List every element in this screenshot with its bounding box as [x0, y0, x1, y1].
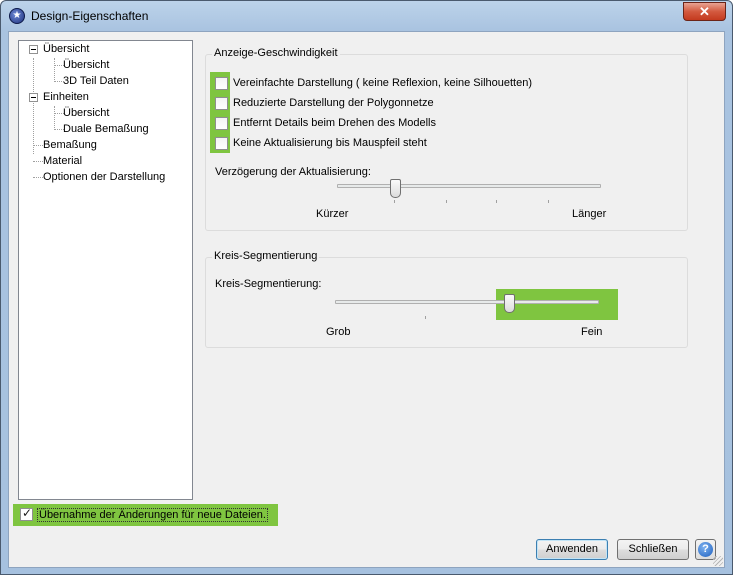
- apply-button[interactable]: Anwenden: [536, 539, 608, 560]
- remove-details-checkbox[interactable]: [215, 117, 228, 130]
- tree-line: [33, 58, 34, 154]
- delay-max-label: Länger: [572, 208, 607, 220]
- tree-item-overview-sub[interactable]: Übersicht: [63, 59, 109, 71]
- circle-segmentation-slider-thumb[interactable]: [504, 294, 516, 313]
- segmentation-min-label: Grob: [326, 326, 351, 338]
- slider-tick: [446, 200, 447, 203]
- tree-item-units-overview[interactable]: Übersicht: [63, 107, 109, 119]
- dialog-client-area: Übersicht Übersicht 3D Teil Daten Einhei…: [8, 31, 725, 568]
- tree-item-dimensioning[interactable]: Bemaßung: [43, 139, 97, 151]
- tree-item-units[interactable]: Einheiten: [43, 91, 89, 103]
- title-bar[interactable]: ★ Design-Eigenschaften ✕: [1, 1, 732, 31]
- tree-item-3d-part-data[interactable]: 3D Teil Daten: [63, 75, 129, 87]
- tree-item-display-options[interactable]: Optionen der Darstellung: [43, 171, 165, 183]
- collapse-toggle-icon[interactable]: [29, 45, 38, 54]
- slider-tick: [394, 200, 395, 203]
- simplified-display-checkbox[interactable]: [215, 77, 228, 90]
- delay-min-label: Kürzer: [316, 208, 349, 220]
- app-logo-icon: ★: [9, 8, 25, 24]
- close-window-button[interactable]: ✕: [683, 2, 726, 21]
- tree-line: [33, 161, 43, 162]
- apply-new-files-label: Übernahme der Änderungen für neue Dateie…: [37, 508, 268, 522]
- tree-line: [54, 58, 55, 82]
- dialog-window: ★ Design-Eigenschaften ✕ Übersicht Übers…: [0, 0, 733, 575]
- checkmark-icon: ✓: [22, 506, 33, 520]
- remove-details-label: Entfernt Details beim Drehen des Modells: [233, 117, 436, 129]
- segmentation-max-label: Fein: [581, 326, 603, 338]
- close-button[interactable]: Schließen: [617, 539, 689, 560]
- help-icon: ?: [698, 542, 713, 557]
- slider-tick: [425, 316, 426, 319]
- window-title: Design-Eigenschaften: [31, 9, 149, 23]
- tree-item-dual-dimensioning[interactable]: Duale Bemaßung: [63, 123, 149, 135]
- tree-line: [33, 177, 43, 178]
- no-update-checkbox[interactable]: [215, 137, 228, 150]
- settings-tree[interactable]: Übersicht Übersicht 3D Teil Daten Einhei…: [18, 40, 193, 500]
- slider-tick: [548, 200, 549, 203]
- tree-line: [54, 106, 55, 130]
- collapse-toggle-icon[interactable]: [29, 93, 38, 102]
- reduced-mesh-checkbox[interactable]: [215, 97, 228, 110]
- slider-tick: [496, 200, 497, 203]
- circle-segmentation-group-title: Kreis-Segmentierung: [212, 250, 320, 262]
- tree-item-overview[interactable]: Übersicht: [43, 43, 89, 55]
- no-update-label: Keine Aktualisierung bis Mauspfeil steht: [233, 137, 427, 149]
- reduced-mesh-label: Reduzierte Darstellung der Polygonnetze: [233, 97, 434, 109]
- simplified-display-label: Vereinfachte Darstellung ( keine Reflexi…: [233, 77, 533, 89]
- tree-line: [33, 145, 43, 146]
- update-delay-label: Verzögerung der Aktualisierung:: [215, 166, 371, 178]
- tree-item-material[interactable]: Material: [43, 155, 82, 167]
- update-delay-slider-thumb[interactable]: [390, 179, 402, 198]
- apply-new-files-highlight: ✓ Übernahme der Änderungen für neue Date…: [13, 504, 278, 526]
- display-speed-group-title: Anzeige-Geschwindigkeit: [212, 47, 340, 59]
- resize-grip[interactable]: [713, 556, 723, 566]
- update-delay-slider-track[interactable]: [337, 184, 601, 188]
- circle-segmentation-label: Kreis-Segmentierung:: [215, 278, 322, 290]
- circle-segmentation-slider-track[interactable]: [335, 300, 599, 304]
